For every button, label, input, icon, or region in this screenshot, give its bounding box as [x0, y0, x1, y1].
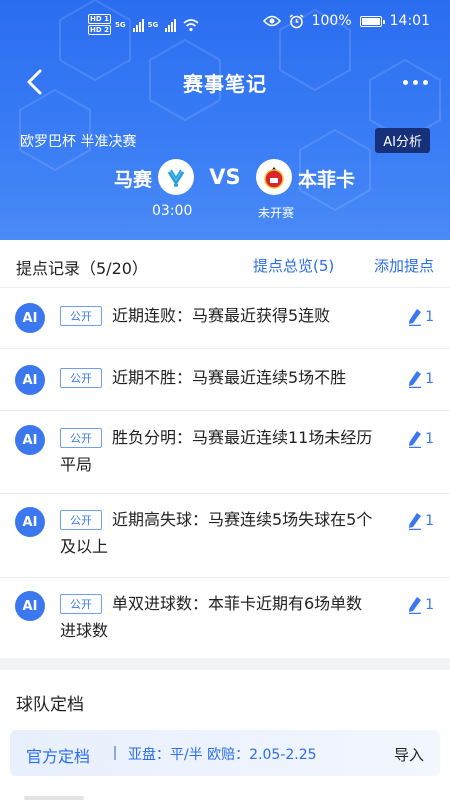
tip-item[interactable]: AI 公开 近期连败：马赛最近获得5连败 1	[0, 288, 450, 349]
pen-icon	[409, 597, 422, 614]
add-tip-link[interactable]: 添加提点	[374, 255, 434, 276]
pen-icon	[409, 513, 422, 530]
away-team-name[interactable]: 本菲卡	[298, 165, 355, 192]
ai-analysis-button[interactable]: AI分析	[375, 128, 430, 153]
tip-text: 近期高失球：马赛连续5场失球在5个及以上	[60, 510, 373, 556]
tips-section: 提点记录（5/20） 提点总览(5) 添加提点 AI 公开 近期连败：马赛最近获…	[0, 240, 450, 658]
tip-item[interactable]: AI 公开 胜负分明：马赛最近连续11场未经历平局 1	[0, 411, 450, 494]
tip-like-button[interactable]: 1	[408, 512, 434, 530]
tips-title: 提点记录（5/20）	[16, 259, 148, 278]
import-button[interactable]: 导入	[394, 744, 424, 765]
page-title: 赛事笔记	[183, 72, 267, 96]
like-count: 1	[425, 431, 434, 447]
hd1-label: HD 1	[88, 14, 111, 24]
pen-icon	[409, 431, 422, 448]
kickoff-time: 03:00	[152, 203, 193, 219]
official-archive-label: 官方定档	[26, 747, 91, 766]
battery-icon	[359, 15, 385, 27]
divider	[114, 746, 116, 760]
tips-overview-link[interactable]: 提点总览(5)	[253, 255, 334, 276]
wifi-icon	[183, 19, 199, 32]
tip-item[interactable]: AI 公开 近期不胜：马赛最近连续5场不胜 1	[0, 349, 450, 411]
network-label-2: 5G	[147, 21, 159, 29]
tip-item[interactable]: AI 公开 近期高失球：马赛连续5场失球在5个及以上 1	[0, 494, 450, 578]
nav-bar: 赛事笔记	[0, 54, 450, 110]
ai-avatar: AI	[15, 507, 45, 537]
team-archive-section: 球队定档 官方定档 亚盘：平/半 欧赔：2.05-2.25 导入	[0, 670, 450, 800]
like-count: 1	[425, 309, 434, 325]
more-dots-icon	[402, 79, 408, 85]
status-bar: HD 1 HD 2 5G 5G 100% 14:01	[0, 0, 450, 44]
more-button[interactable]	[398, 66, 432, 98]
ai-avatar: AI	[15, 425, 45, 455]
match-header: HD 1 HD 2 5G 5G 100% 14:01 赛事笔记 欧罗巴杯 半准决…	[0, 0, 450, 240]
tip-like-button[interactable]: 1	[408, 430, 434, 448]
ai-avatar: AI	[15, 365, 45, 395]
network-label-1: 5G	[114, 21, 126, 29]
next-section-peek	[24, 796, 84, 800]
alarm-icon	[289, 13, 304, 28]
ai-avatar: AI	[15, 591, 45, 621]
tip-like-button[interactable]: 1	[408, 308, 434, 326]
pen-icon	[409, 309, 422, 326]
tip-like-button[interactable]: 1	[408, 596, 434, 614]
archive-odds: 亚盘：平/半 欧赔：2.05-2.25	[128, 747, 317, 763]
archive-title: 球队定档	[16, 695, 84, 715]
like-count: 1	[425, 371, 434, 387]
pen-icon	[409, 371, 422, 388]
match-row: 马赛 VS 本菲卡	[0, 158, 450, 198]
clock-time: 14:01	[389, 13, 430, 29]
signal-icon	[132, 18, 144, 32]
tip-like-button[interactable]: 1	[408, 370, 434, 388]
like-count: 1	[425, 597, 434, 613]
ai-avatar: AI	[15, 303, 45, 333]
like-count: 1	[425, 513, 434, 529]
eye-icon	[262, 15, 281, 27]
signal-icon-2	[165, 18, 177, 32]
battery-percent: 100%	[311, 13, 352, 29]
tip-item[interactable]: AI 公开 单双进球数：本菲卡近期有6场单数进球数 1	[0, 578, 450, 658]
vs-label: VS	[209, 165, 241, 189]
league-label: 欧罗巴杯 半准决赛	[20, 134, 137, 150]
benfica-crest-icon[interactable]	[256, 159, 292, 195]
tip-text: 胜负分明：马赛最近连续11场未经历平局	[60, 428, 373, 474]
tip-text: 近期不胜：马赛最近连续5场不胜	[112, 368, 347, 387]
tips-header: 提点记录（5/20） 提点总览(5) 添加提点	[0, 240, 450, 288]
hd2-label: HD 2	[88, 25, 111, 35]
tip-text: 单双进球数：本菲卡近期有6场单数进球数	[60, 594, 363, 640]
official-archive-row[interactable]: 官方定档 亚盘：平/半 欧赔：2.05-2.25 导入	[10, 730, 440, 776]
tip-text: 近期连败：马赛最近获得5连败	[112, 306, 331, 325]
hd-indicator: HD 1 HD 2	[88, 14, 111, 36]
match-status: 未开赛	[258, 206, 295, 220]
